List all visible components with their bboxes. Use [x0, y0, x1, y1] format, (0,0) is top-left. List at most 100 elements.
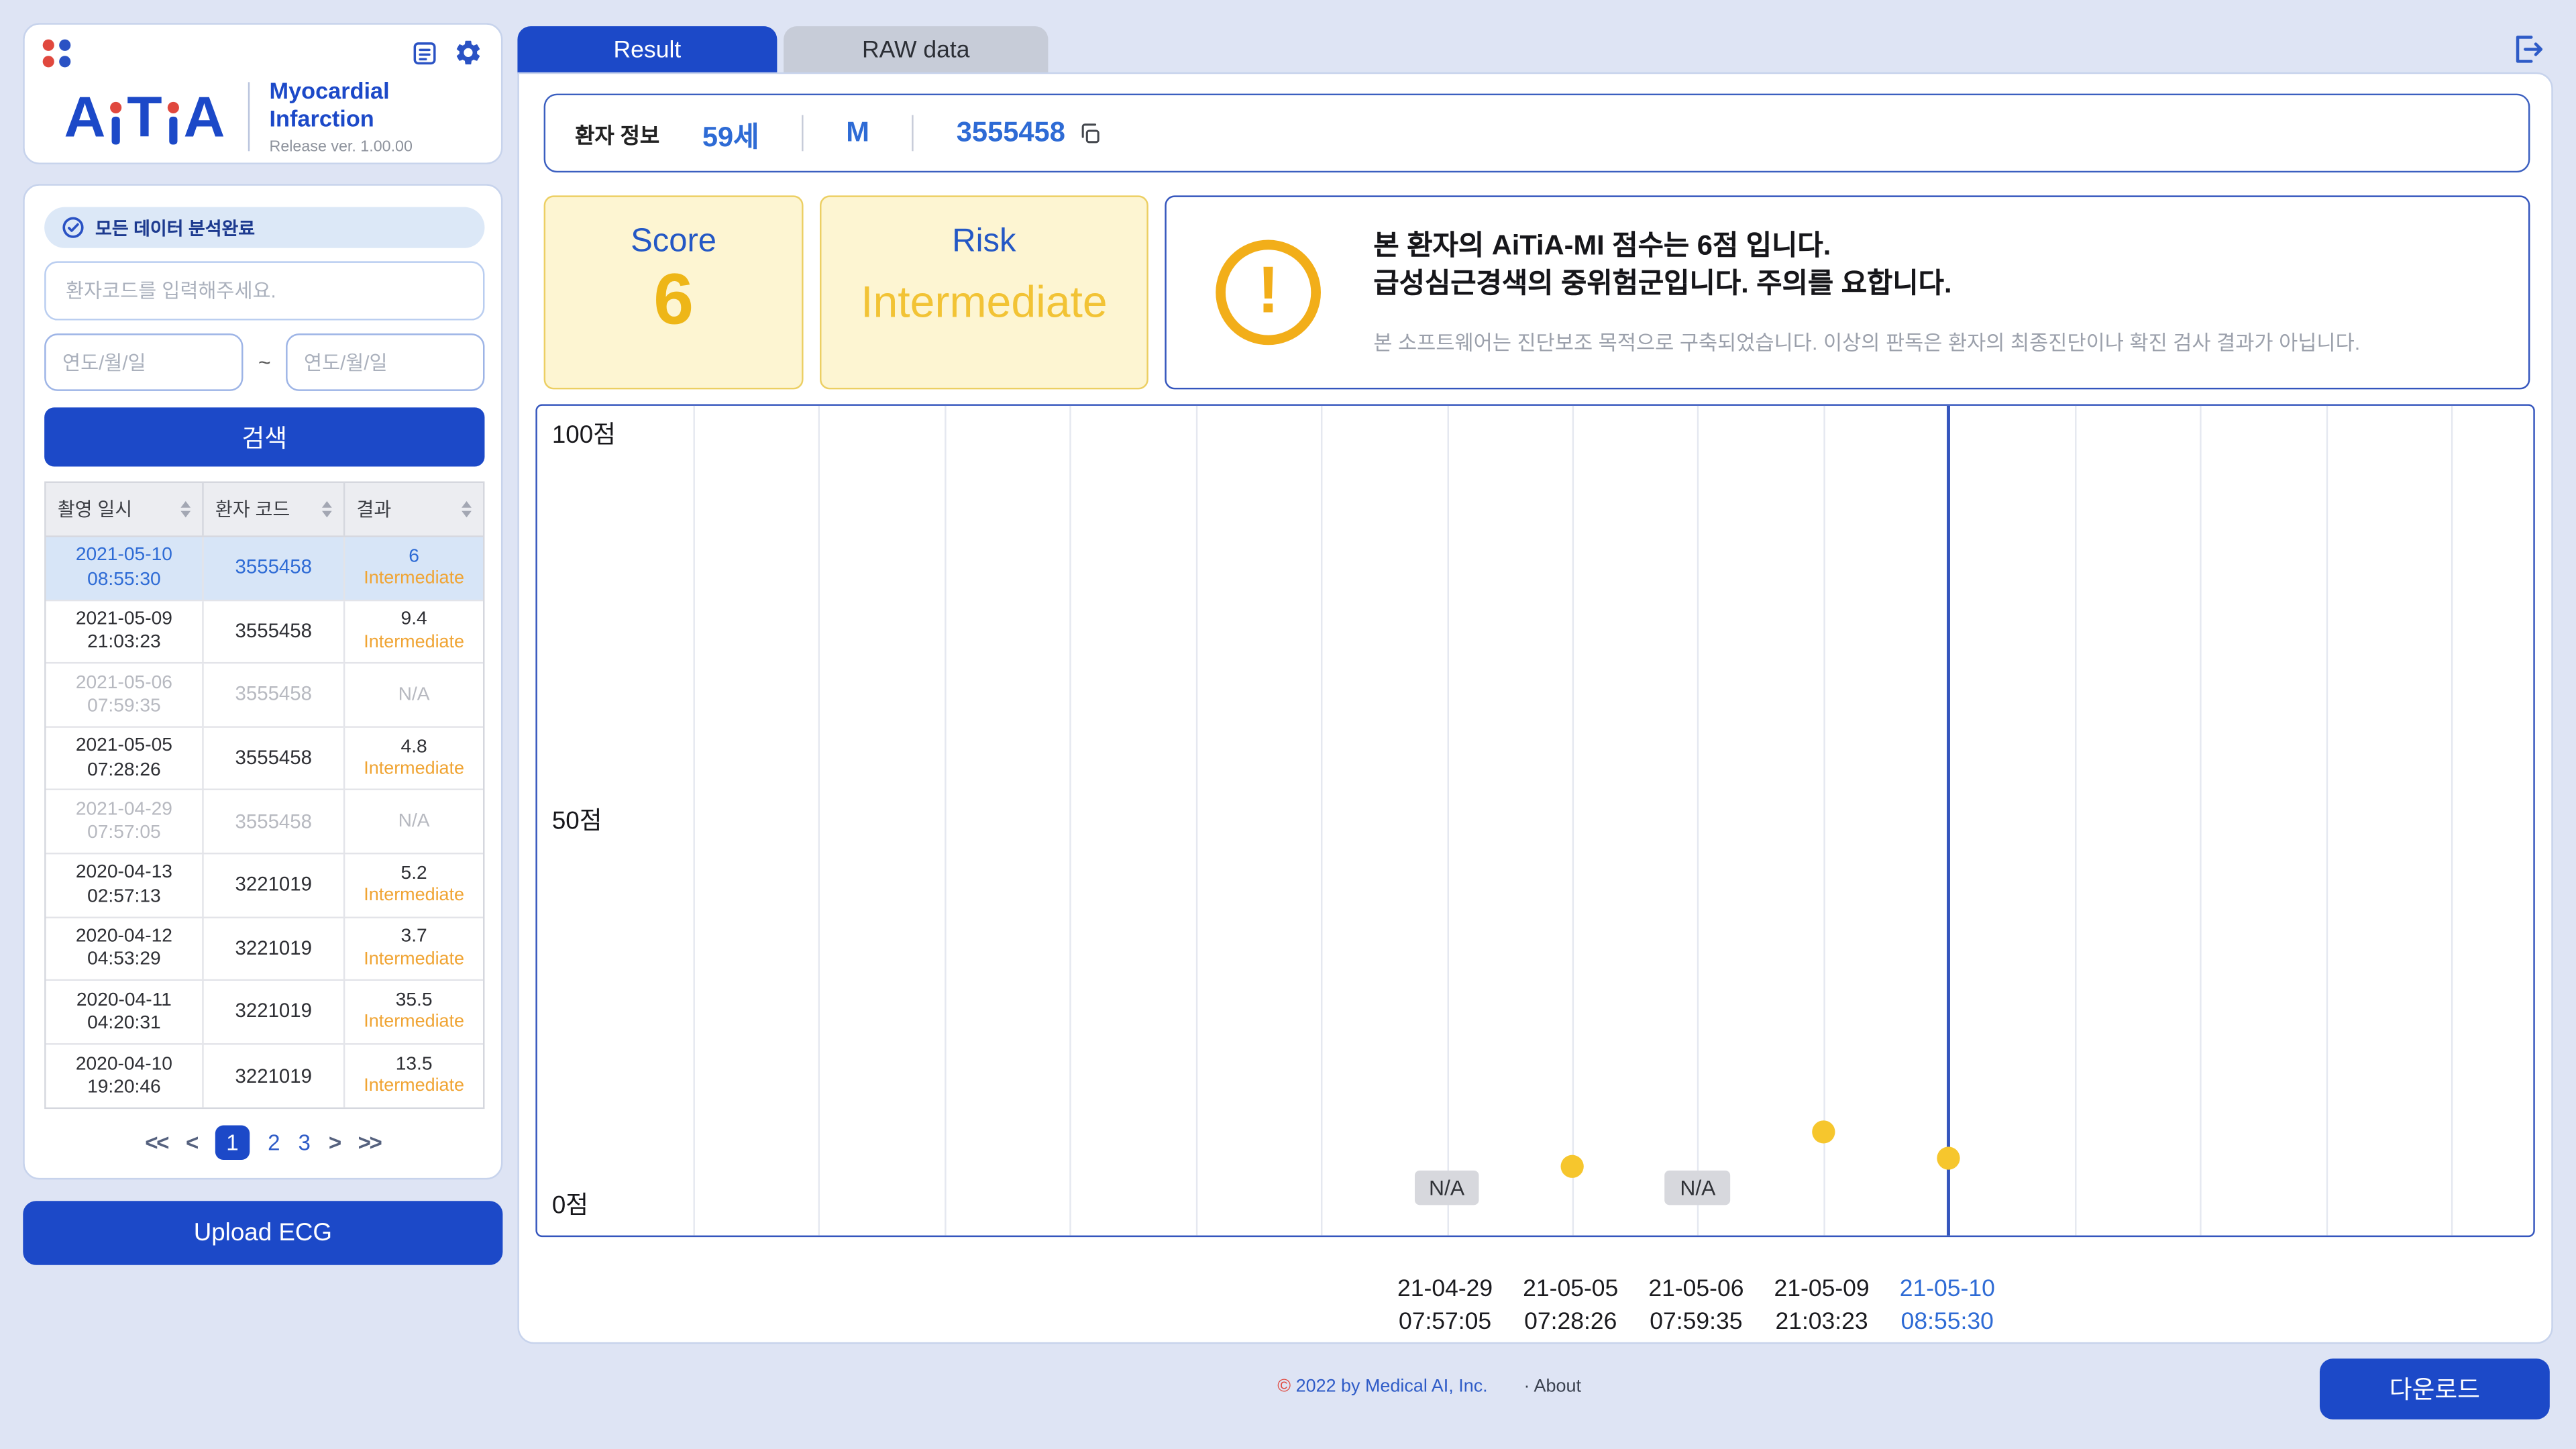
page-first-button[interactable]: << [145, 1130, 168, 1155]
score-point[interactable] [1561, 1156, 1584, 1179]
cell-patient-code: 3555458 [204, 791, 345, 853]
y-axis-tick: 50점 [552, 802, 602, 836]
gridline [945, 406, 946, 1236]
product-line1: Myocardial [270, 77, 413, 105]
cell-risk: Intermediate [364, 885, 464, 908]
cell-score: 3.7 [401, 926, 427, 949]
table-row[interactable]: 2021-05-1008:55:3035554586Intermediate [46, 537, 483, 601]
gridline [1572, 406, 1574, 1236]
date-to-input[interactable] [286, 333, 484, 391]
sort-arrows-icon[interactable] [322, 501, 332, 517]
cell-datetime: 2021-05-0607:59:35 [46, 664, 204, 726]
cell-score: 13.5 [396, 1053, 433, 1077]
cell-datetime: 2021-05-0507:28:26 [46, 727, 204, 789]
date-from-input[interactable] [44, 333, 243, 391]
patient-code-value: 3555458 [957, 117, 1065, 150]
settings-gear-icon[interactable] [453, 38, 483, 67]
table-row[interactable]: 2021-05-0507:28:2635554584.8Intermediate [46, 727, 483, 791]
results-table: 촬영 일시 환자 코드 결과 2021-05-1008:55:3035554586I… [44, 482, 484, 1110]
column-header[interactable]: 결과 [345, 483, 483, 535]
cell-score: N/A [398, 683, 430, 706]
logout-icon[interactable] [2509, 32, 2545, 68]
patient-code-input[interactable] [44, 261, 484, 320]
table-row[interactable]: 2021-05-0607:59:353555458N/A [46, 664, 483, 728]
copy-icon[interactable] [1078, 121, 1103, 146]
release-version: Release ver. 1.00.00 [270, 138, 413, 156]
result-panel: 환자 정보 59세 M 3555458 Score 6 Risk Interme… [517, 72, 2553, 1344]
brand-top-bar [43, 38, 483, 67]
cell-result: N/A [345, 791, 483, 853]
cell-result: 6Intermediate [345, 537, 483, 599]
score-point[interactable] [1812, 1120, 1835, 1143]
column-header[interactable]: 촬영 일시 [46, 483, 204, 535]
page-next-button[interactable]: > [329, 1130, 340, 1155]
page-number-3[interactable]: 3 [298, 1130, 310, 1155]
patient-sex: M [846, 117, 869, 150]
column-header-label: 환자 코드 [215, 496, 315, 523]
copyright-text: © 2022 by Medical AI, Inc. [1277, 1377, 1487, 1396]
x-axis-label[interactable]: 21-05-0507:28:26 [1523, 1273, 1618, 1340]
cell-patient-code: 3221019 [204, 918, 345, 979]
upload-ecg-button[interactable]: Upload ECG [23, 1201, 502, 1265]
page-last-button[interactable]: >> [358, 1130, 381, 1155]
gridline [819, 406, 820, 1236]
patient-age: 59세 [702, 113, 759, 154]
tab-raw-data[interactable]: RAW data [784, 26, 1048, 74]
cell-result: 35.5Intermediate [345, 981, 483, 1042]
header-actions [411, 38, 483, 67]
copyright-symbol: © [1277, 1377, 1291, 1396]
na-marker: N/A [1414, 1171, 1479, 1205]
logo-i-dot [111, 101, 122, 113]
score-value: 6 [545, 264, 802, 337]
cell-score: 9.4 [401, 608, 427, 632]
search-button[interactable]: 검색 [44, 407, 484, 466]
x-axis-label[interactable]: 21-05-0921:03:23 [1774, 1273, 1869, 1340]
table-row[interactable]: 2021-05-0921:03:2335554589.4Intermediate [46, 600, 483, 664]
column-header[interactable]: 환자 코드 [204, 483, 345, 535]
column-header-label: 결과 [356, 496, 455, 523]
cell-result: 5.2Intermediate [345, 854, 483, 916]
page-number-1[interactable]: 1 [215, 1126, 250, 1160]
table-row[interactable]: 2020-04-1204:53:2932210193.7Intermediate [46, 918, 483, 981]
divider [912, 115, 914, 151]
page-prev-button[interactable]: < [186, 1130, 197, 1155]
sort-arrows-icon[interactable] [462, 501, 472, 517]
footer: © 2022 by Medical AI, Inc. · About [1084, 1377, 1774, 1396]
table-row[interactable]: 2021-04-2907:57:053555458N/A [46, 791, 483, 855]
check-circle-icon [61, 215, 86, 240]
date-separator: ~ [258, 350, 271, 375]
x-axis-label[interactable]: 21-05-1008:55:30 [1900, 1273, 1995, 1340]
score-point[interactable] [1937, 1146, 1960, 1169]
download-button[interactable]: 다운로드 [2320, 1358, 2550, 1419]
cell-score: 6 [409, 545, 419, 568]
risk-card: Risk Intermediate [820, 195, 1148, 389]
tab-result[interactable]: Result [517, 26, 777, 74]
sort-arrows-icon[interactable] [180, 501, 191, 517]
report-icon[interactable] [411, 39, 439, 67]
table-row[interactable]: 2020-04-1104:20:31322101935.5Intermediat… [46, 981, 483, 1044]
cell-patient-code: 3221019 [204, 1044, 345, 1108]
alert-disclaimer: 본 소프트웨어는 진단보조 목적으로 구축되었습니다. 이상의 판독은 환자의 … [1373, 325, 2496, 357]
search-panel: 모든 데이터 분석완료 ~ 검색 촬영 일시 환자 코드 결과 2021-05-10… [23, 184, 502, 1179]
analysis-status-pill: 모든 데이터 분석완료 [44, 207, 484, 248]
chart-x-labels: 21-04-2907:57:05 21-05-0507:28:26 21-05-06… [519, 1273, 2551, 1346]
table-row[interactable]: 2020-04-1019:20:46322101913.5Intermediat… [46, 1044, 483, 1108]
cell-score: 4.8 [401, 735, 427, 759]
x-axis-label[interactable]: 21-04-2907:57:05 [1397, 1273, 1493, 1340]
divider [802, 115, 803, 151]
cell-datetime: 2020-04-1019:20:46 [46, 1044, 204, 1108]
page-number-2[interactable]: 2 [268, 1130, 280, 1155]
app-grid-icon[interactable] [43, 39, 71, 67]
na-marker: N/A [1665, 1171, 1730, 1205]
table-row[interactable]: 2020-04-1302:57:1332210195.2Intermediate [46, 854, 483, 918]
cell-patient-code: 3221019 [204, 981, 345, 1042]
app-root: ATA Myocardial Infarction Release ver. 1… [0, 0, 2576, 1449]
cell-score: 35.5 [396, 989, 433, 1012]
cell-risk: Intermediate [364, 949, 464, 972]
alert-line1: 본 환자의 AiTiA-MI 점수는 6점 입니다. [1373, 229, 2496, 266]
about-link[interactable]: · About [1524, 1377, 1581, 1396]
gridline [693, 406, 694, 1236]
chart-plot: 100점50점0점N/AN/A [537, 406, 2534, 1236]
x-axis-label[interactable]: 21-05-0607:59:35 [1648, 1273, 1743, 1340]
cell-datetime: 2021-05-0921:03:23 [46, 600, 204, 662]
